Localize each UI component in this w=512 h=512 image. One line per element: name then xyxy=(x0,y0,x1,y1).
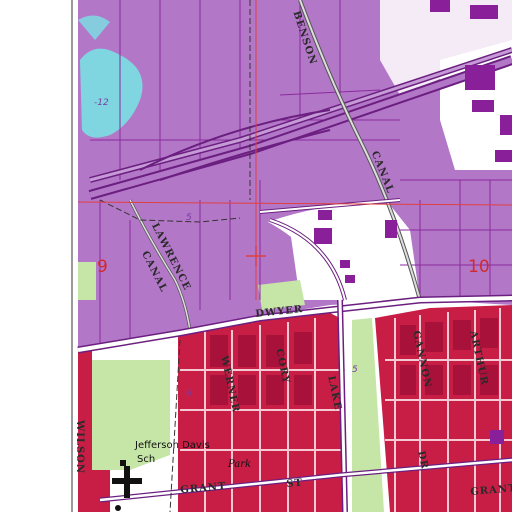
contour-5-label-a: 5 xyxy=(186,213,192,223)
park-label: Park xyxy=(228,459,252,470)
topographic-map[interactable]: BENSON CANAL LAWRENCE CANAL DWYER WERNER… xyxy=(0,0,512,512)
section-9-label: 9 xyxy=(97,257,108,277)
contour-minus-12-label: -12 xyxy=(94,98,109,108)
section-10-label: 10 xyxy=(468,257,490,277)
vegetation-area xyxy=(78,262,96,300)
contour-6-label: 6 xyxy=(186,389,192,399)
contour-5-label-b: 5 xyxy=(352,365,358,375)
school-name-label: Jefferson Davis xyxy=(135,440,210,451)
grant-st-label: ST xyxy=(285,477,304,490)
wilson-label: WILSON xyxy=(74,420,85,475)
school-sch-label: Sch xyxy=(137,454,156,465)
